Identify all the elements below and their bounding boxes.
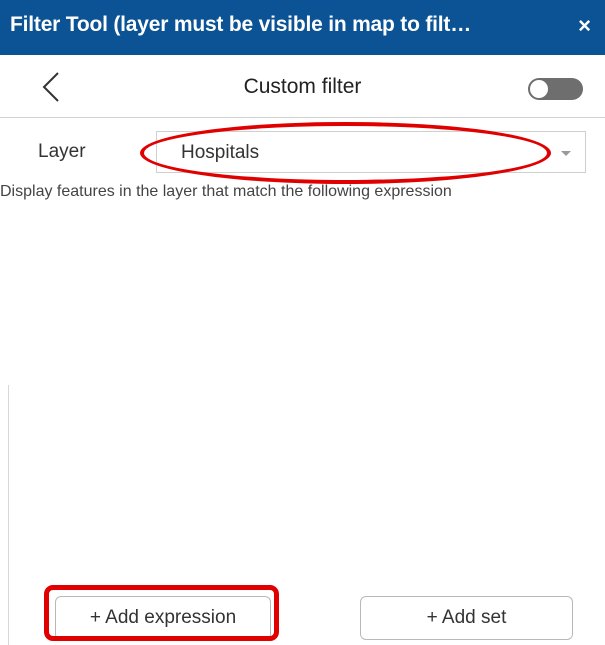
layer-label: Layer (38, 141, 86, 162)
custom-filter-bar: Custom filter (0, 55, 605, 118)
toggle-knob (530, 80, 548, 98)
custom-filter-title: Custom filter (243, 75, 362, 98)
add-expression-button[interactable]: + Add expression (55, 596, 271, 640)
close-icon[interactable]: × (578, 13, 591, 39)
panel-left-border (8, 385, 9, 645)
panel-header: Filter Tool (layer must be visible in ma… (0, 0, 605, 55)
layer-select[interactable]: Hospitals (156, 131, 586, 173)
panel-title: Filter Tool (layer must be visible in ma… (10, 13, 472, 36)
dropdown-arrow-icon (561, 151, 571, 156)
add-set-button[interactable]: + Add set (360, 596, 573, 640)
layer-select-value: Hospitals (181, 142, 260, 163)
custom-filter-toggle[interactable] (528, 78, 583, 100)
filter-description: Display features in the layer that match… (0, 183, 452, 200)
filter-tool-panel: Filter Tool (layer must be visible in ma… (0, 0, 605, 645)
